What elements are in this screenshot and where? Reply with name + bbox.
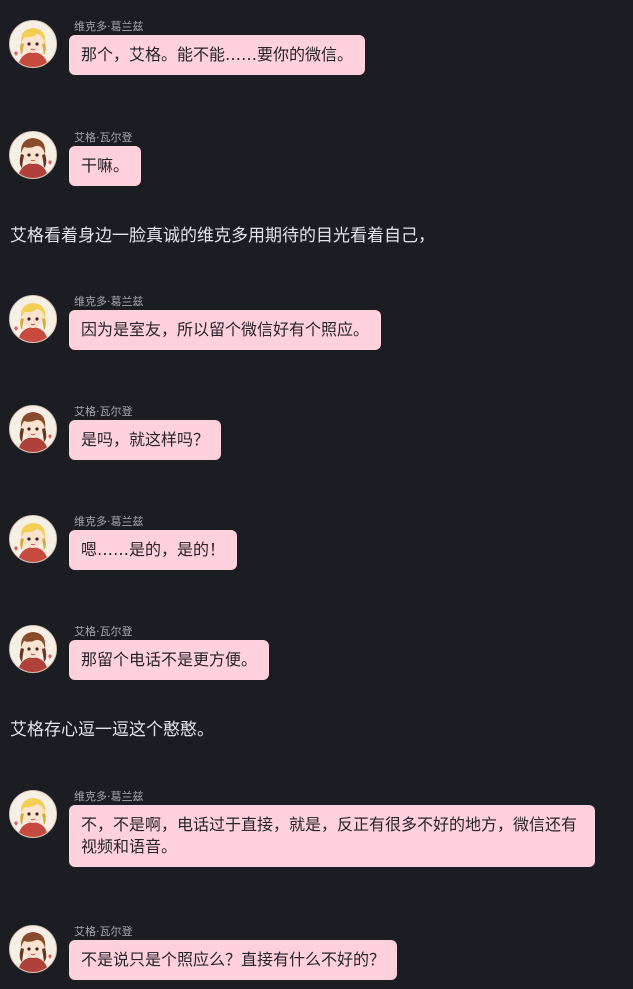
sender-name: 艾格·瓦尔登 bbox=[74, 925, 133, 938]
message-bubble[interactable]: 不是说只是个照应么？直接有什么不好的？ bbox=[69, 940, 398, 980]
sender-name: 维克多·葛兰兹 bbox=[74, 295, 144, 308]
narration-text: 艾格看着身边一脸真诚的维克多用期待的目光看着自己， bbox=[10, 226, 435, 246]
sender-name: 艾格·瓦尔登 bbox=[74, 625, 133, 638]
message-bubble[interactable]: 干嘛。 bbox=[69, 146, 142, 186]
sender-name: 维克多·葛兰兹 bbox=[74, 790, 144, 803]
blond-character-avatar-icon[interactable] bbox=[9, 515, 57, 563]
sender-name: 艾格·瓦尔登 bbox=[74, 131, 133, 144]
brunette-character-avatar-icon[interactable] bbox=[9, 625, 57, 673]
blond-character-avatar-icon[interactable] bbox=[9, 20, 57, 68]
blond-character-avatar-icon[interactable] bbox=[9, 295, 57, 343]
message-bubble[interactable]: 是吗，就这样吗？ bbox=[69, 420, 222, 460]
blond-character-avatar-icon[interactable] bbox=[9, 790, 57, 838]
message-bubble[interactable]: 嗯……是的，是的！ bbox=[69, 530, 238, 570]
chat-page: { "chat": { "items": [ {"type": "message… bbox=[0, 0, 633, 989]
sender-name: 维克多·葛兰兹 bbox=[74, 515, 144, 528]
brunette-character-avatar-icon[interactable] bbox=[9, 925, 57, 973]
message-bubble[interactable]: 不，不是啊，电话过于直接，就是，反正有很多不好的地方，微信还有视频和语音。 bbox=[69, 805, 595, 867]
brunette-character-avatar-icon[interactable] bbox=[9, 131, 57, 179]
brunette-character-avatar-icon[interactable] bbox=[9, 405, 57, 453]
sender-name: 艾格·瓦尔登 bbox=[74, 405, 133, 418]
message-bubble[interactable]: 那个，艾格。能不能……要你的微信。 bbox=[69, 35, 366, 75]
sender-name: 维克多·葛兰兹 bbox=[74, 20, 144, 33]
message-bubble[interactable]: 那留个电话不是更方便。 bbox=[69, 640, 270, 680]
narration-text: 艾格存心逗一逗这个憨憨。 bbox=[10, 720, 214, 740]
message-bubble[interactable]: 因为是室友，所以留个微信好有个照应。 bbox=[69, 310, 382, 350]
